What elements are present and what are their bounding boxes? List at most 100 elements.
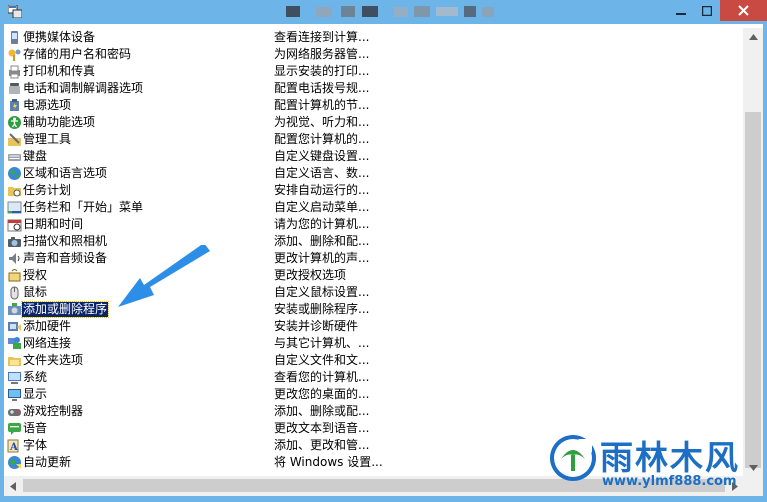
list-item-description: 自定义启动菜单... [274,200,370,214]
taskbar-icon [7,201,22,214]
power-icon [10,99,19,111]
list-item-description: 安装并诊断硬件 [274,319,359,333]
list-item[interactable]: 游戏控制器 添加、删除或配... [4,403,743,420]
list-item-name: 任务栏和「开始」菜单 [23,200,144,214]
list-item-description: 自定义文件和文... [274,353,370,367]
annotation-arrow-icon [118,245,210,307]
list-item-description: 安装或删除程序... [274,302,370,316]
minimize-icon [676,12,686,15]
list-item-name: 区域和语言选项 [23,166,108,180]
vertical-scroll-thumb[interactable] [745,112,761,468]
list-item-name: 任务计划 [23,183,72,197]
list-item-description: 更改您的桌面的... [274,387,370,401]
list-item-description: 添加、删除或配... [274,404,370,418]
list-item[interactable]: 键盘 自定义键盘设置... [4,148,743,165]
list-item[interactable]: 任务计划 安排自动运行的... [4,182,743,199]
list-item-name: 管理工具 [23,132,72,146]
watermark: 雨林木风 www.ylmf888.com [548,433,767,502]
blurred-window-title [286,6,494,17]
admin-tools-icon [8,133,21,146]
speaker-icon [9,253,20,264]
hardware-icon [8,322,21,331]
list-item[interactable]: 网络连接 与其它计算机、... [4,335,743,352]
list-item-name: 网络连接 [23,336,72,350]
list-item-name: 鼠标 [23,285,48,299]
minimize-button[interactable] [668,0,694,21]
list-item-description: 将 Windows 设置... [274,455,383,469]
maximize-button[interactable] [694,0,720,21]
list-item-description: 配置电话拨号规... [274,81,370,95]
list-item[interactable]: 添加硬件 安装并诊断硬件 [4,318,743,335]
speech-icon [8,423,21,435]
list-item-name: 添加硬件 [23,319,72,333]
key-icon [8,49,21,61]
list-item-description: 为网络服务器管... [274,47,370,61]
vertical-scrollbar[interactable] [743,28,763,476]
list-item-description: 更改计算机的声... [274,251,370,265]
list-item-name: 打印机和传真 [23,64,96,78]
scroll-up-button[interactable] [743,28,763,45]
list-item-name: 文件夹选项 [23,353,84,367]
list-item-description: 自定义鼠标设置... [274,285,370,299]
list-item-name: 便携媒体设备 [23,30,96,44]
list-item-name: 字体 [23,438,48,452]
chevron-up-icon [748,33,758,40]
control-panel-app-icon[interactable] [8,5,22,18]
list-item[interactable]: 打印机和传真 显示安装的打印... [4,63,743,80]
chevron-left-icon [9,481,16,491]
network-icon [8,337,21,349]
list-item[interactable]: 文件夹选项 自定义文件和文... [4,352,743,369]
list-item-name: 授权 [23,268,48,282]
list-item-name: 添加或删除程序 [20,301,110,318]
list-item-description: 配置计算机的节... [274,98,370,112]
list-item-description: 自定义语言、数... [274,166,370,180]
list-item-description: 与其它计算机、... [274,336,370,350]
accessibility-icon [8,116,21,129]
list-item-description: 安排自动运行的... [274,183,370,197]
list-item-name: 日期和时间 [23,217,84,231]
list-item[interactable]: 系统 查看您的计算机... [4,369,743,386]
list-item[interactable]: 任务栏和「开始」菜单 自定义启动菜单... [4,199,743,216]
close-icon [738,5,749,16]
printer-icon [9,65,20,79]
list-item-description: 查看连接到计算... [274,30,370,44]
list-item[interactable]: 显示 更改您的桌面的... [4,386,743,403]
watermark-url: www.ylmf888.com [602,474,737,489]
list-item[interactable]: 日期和时间 请为您的计算机... [4,216,743,233]
list-item-name: 声音和音频设备 [23,251,108,265]
task-folder-icon [8,187,21,197]
list-item-description: 自定义键盘设置... [274,149,370,163]
title-bar[interactable] [0,0,767,24]
font-icon: A [7,439,19,453]
scroll-left-button[interactable] [4,476,21,496]
portable-device-icon [11,31,18,44]
list-item-name: 电话和调制解调器选项 [23,81,144,95]
list-item[interactable]: 便携媒体设备 查看连接到计算... [4,29,743,46]
update-icon [8,456,21,469]
license-icon [8,269,21,282]
list-item[interactable]: 管理工具 配置您计算机的... [4,131,743,148]
list-item[interactable]: 电话和调制解调器选项 配置电话拨号规... [4,80,743,97]
list-item-description: 配置您计算机的... [274,132,370,146]
gamepad-icon [8,409,21,416]
mouse-icon [10,286,19,300]
phone-icon [9,83,20,94]
list-item-description: 添加、删除和配... [274,234,370,248]
folder-icon [8,357,21,366]
keyboard-icon [8,154,21,161]
list-item[interactable]: 辅助功能选项 为视觉、听力和... [4,114,743,131]
list-item[interactable]: 电源选项 配置计算机的节... [4,97,743,114]
clock-icon [7,219,22,232]
window-frame-right [763,24,767,502]
list-item-name: 键盘 [23,149,48,163]
list-item-name: 辅助功能选项 [23,115,96,129]
list-item-name: 自动更新 [23,455,72,469]
list-item[interactable]: 区域和语言选项 自定义语言、数... [4,165,743,182]
close-button[interactable] [720,0,767,21]
system-icon [8,372,21,384]
list-item[interactable]: 存储的用户名和密码 为网络服务器管... [4,46,743,63]
list-item-description: 请为您的计算机... [274,217,370,231]
maximize-icon [702,5,712,16]
list-item-description: 更改授权选项 [274,268,347,282]
list-item-description: 显示安装的打印... [274,64,370,78]
